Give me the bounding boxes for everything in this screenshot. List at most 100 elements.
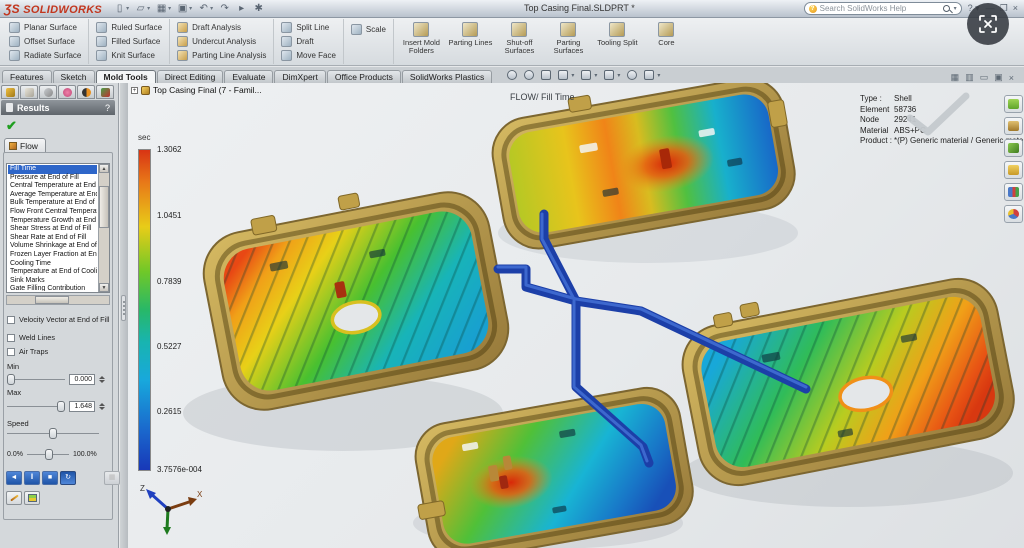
save-image-button[interactable] bbox=[24, 491, 40, 505]
scroll-up-icon[interactable]: ▲ bbox=[99, 164, 109, 173]
rewind-button[interactable]: ◄ bbox=[6, 471, 22, 485]
horizontal-scrollbar[interactable] bbox=[6, 295, 110, 305]
list-item[interactable]: Gate Filling Contribution bbox=[8, 285, 97, 291]
green-panel-icon[interactable] bbox=[1004, 95, 1023, 113]
min-spinner[interactable] bbox=[99, 376, 105, 383]
results-listbox[interactable]: Fill Time Pressure at End of Fill Centra… bbox=[6, 163, 110, 293]
tab-solidworks-plastics[interactable]: SolidWorks Plastics bbox=[401, 70, 493, 83]
save-icon[interactable]: ▦ ▾ bbox=[154, 3, 173, 14]
graphics-viewport[interactable]: + Top Casing Final (7 - Famil... FLOW/ F… bbox=[128, 83, 1024, 548]
tab-mold-tools[interactable]: Mold Tools bbox=[95, 70, 156, 83]
scroll-thumb[interactable] bbox=[99, 186, 109, 228]
list-item[interactable]: Pressure at End of Fill bbox=[8, 174, 97, 183]
scroll-down-icon[interactable]: ▼ bbox=[99, 283, 109, 292]
list-item[interactable]: Temperature Growth at End of bbox=[8, 217, 97, 226]
ok-check-icon[interactable]: ✔ bbox=[6, 118, 17, 134]
min-slider-thumb[interactable] bbox=[7, 374, 15, 385]
results-help-icon[interactable]: ? bbox=[105, 103, 110, 113]
feature-tree-root[interactable]: + Top Casing Final (7 - Famil... bbox=[131, 85, 262, 95]
stop-button[interactable]: ■ bbox=[42, 471, 58, 485]
loop-button[interactable]: ↻ bbox=[60, 471, 76, 485]
list-item[interactable]: Volume Shrinkage at End of Fill bbox=[8, 242, 97, 251]
list-item[interactable]: Cooling Time bbox=[8, 260, 97, 269]
tab-features[interactable]: Features bbox=[2, 70, 52, 83]
max-slider[interactable] bbox=[7, 401, 65, 412]
close-button[interactable]: × bbox=[1013, 3, 1018, 14]
speed-slider[interactable] bbox=[7, 428, 99, 439]
featuremanager-tab[interactable] bbox=[1, 85, 19, 99]
parting-lines-button[interactable]: Parting Lines bbox=[447, 20, 494, 63]
weld-lines-checkbox[interactable]: Weld Lines bbox=[7, 333, 55, 342]
splitter-handle[interactable] bbox=[121, 295, 126, 321]
filled-surface-button[interactable]: Filled Surface bbox=[96, 34, 162, 48]
max-value-field[interactable]: 1.648 bbox=[69, 401, 95, 412]
range-slider-thumb[interactable] bbox=[44, 449, 53, 460]
list-item[interactable]: Temperature at End of Cooling bbox=[8, 268, 97, 277]
search-input[interactable]: ? Search SolidWorks Help ▾ bbox=[803, 2, 962, 15]
velocity-vector-checkbox[interactable]: Velocity Vector at End of Fill bbox=[7, 315, 109, 324]
flow-tab[interactable]: Flow bbox=[4, 138, 46, 153]
building-icon[interactable] bbox=[1004, 117, 1023, 135]
tab-evaluate[interactable]: Evaluate bbox=[224, 70, 274, 83]
checkbox-icon[interactable] bbox=[7, 315, 15, 324]
planar-surface-button[interactable]: Planar Surface bbox=[9, 20, 81, 34]
list-item[interactable]: Frozen Layer Fraction at End o bbox=[8, 251, 97, 260]
undo-icon[interactable]: ↶ ▾ bbox=[196, 3, 215, 14]
max-slider-thumb[interactable] bbox=[57, 401, 65, 412]
probe-button[interactable] bbox=[6, 491, 22, 505]
display-style-icon[interactable] bbox=[581, 70, 592, 80]
appearances-icon[interactable] bbox=[627, 70, 638, 80]
list-item[interactable]: Fill Time bbox=[8, 165, 97, 174]
hscroll-thumb[interactable] bbox=[35, 296, 69, 304]
displaymanager-tab[interactable] bbox=[77, 85, 95, 99]
draft-button[interactable]: Draft bbox=[281, 34, 336, 48]
search-dropdown-icon[interactable]: ▾ bbox=[954, 5, 957, 12]
range-slider[interactable] bbox=[26, 449, 69, 460]
dimxpertmanager-tab[interactable] bbox=[58, 85, 76, 99]
tab-office-products[interactable]: Office Products bbox=[326, 70, 401, 83]
list-item[interactable]: Flow Front Central Temperatur bbox=[8, 208, 97, 217]
open-icon[interactable]: ▱ ▾ bbox=[133, 3, 152, 14]
panel-splitter[interactable] bbox=[120, 83, 128, 548]
redo-icon[interactable]: ↷ bbox=[217, 3, 232, 14]
undercut-analysis-button[interactable]: Undercut Analysis bbox=[177, 34, 266, 48]
radiate-surface-button[interactable]: Radiate Surface bbox=[9, 49, 81, 63]
viewport-single-icon[interactable]: ▦ bbox=[951, 72, 960, 83]
capture-overlay-icon[interactable] bbox=[967, 3, 1009, 45]
chart-icon[interactable] bbox=[1004, 183, 1023, 201]
list-item[interactable]: Shear Rate at End of Fill bbox=[8, 234, 97, 243]
core-button[interactable]: Core bbox=[643, 20, 690, 63]
checkbox-icon[interactable] bbox=[7, 347, 15, 356]
hand-file-icon[interactable] bbox=[1004, 139, 1023, 157]
tab-direct-editing[interactable]: Direct Editing bbox=[156, 70, 224, 83]
list-item[interactable]: Bulk Temperature at End of Fill bbox=[8, 199, 97, 208]
folder-icon[interactable] bbox=[1004, 161, 1023, 179]
rebuild-icon[interactable]: ✱ bbox=[251, 3, 266, 14]
pane-restore-icon[interactable]: ▣ bbox=[994, 72, 1003, 83]
configurationmanager-tab[interactable] bbox=[39, 85, 57, 99]
list-item[interactable]: Sink Marks bbox=[8, 277, 97, 286]
parting-line-analysis-button[interactable]: Parting Line Analysis bbox=[177, 49, 266, 63]
shut-off-surfaces-button[interactable]: Shut-off Surfaces bbox=[496, 20, 543, 63]
new-icon[interactable]: ▯ ▾ bbox=[112, 3, 131, 14]
knit-surface-button[interactable]: Knit Surface bbox=[96, 49, 162, 63]
offset-surface-button[interactable]: Offset Surface bbox=[9, 34, 81, 48]
scene-icon[interactable] bbox=[644, 70, 655, 80]
pause-button[interactable]: ‖ bbox=[24, 471, 40, 485]
tooling-split-button[interactable]: Tooling Split bbox=[594, 20, 641, 63]
pie-icon[interactable] bbox=[1004, 205, 1023, 223]
tab-dimxpert[interactable]: DimXpert bbox=[274, 70, 326, 83]
list-item[interactable]: Average Temperature at End o bbox=[8, 191, 97, 200]
propertymanager-tab[interactable] bbox=[20, 85, 38, 99]
pane-minimize-icon[interactable]: ▭ bbox=[980, 72, 989, 83]
air-traps-checkbox[interactable]: Air Traps bbox=[7, 347, 48, 356]
ruled-surface-button[interactable]: Ruled Surface bbox=[96, 20, 162, 34]
speed-slider-thumb[interactable] bbox=[49, 428, 57, 439]
list-item[interactable]: Shear Stress at End of Fill bbox=[8, 225, 97, 234]
search-icon[interactable] bbox=[942, 5, 950, 12]
tree-expand-icon[interactable]: + bbox=[131, 86, 138, 94]
hide-show-icon[interactable] bbox=[604, 70, 615, 80]
pane-close-icon[interactable]: × bbox=[1009, 73, 1014, 83]
list-item[interactable]: Central Temperature at End of bbox=[8, 182, 97, 191]
move-face-button[interactable]: Move Face bbox=[281, 49, 336, 63]
